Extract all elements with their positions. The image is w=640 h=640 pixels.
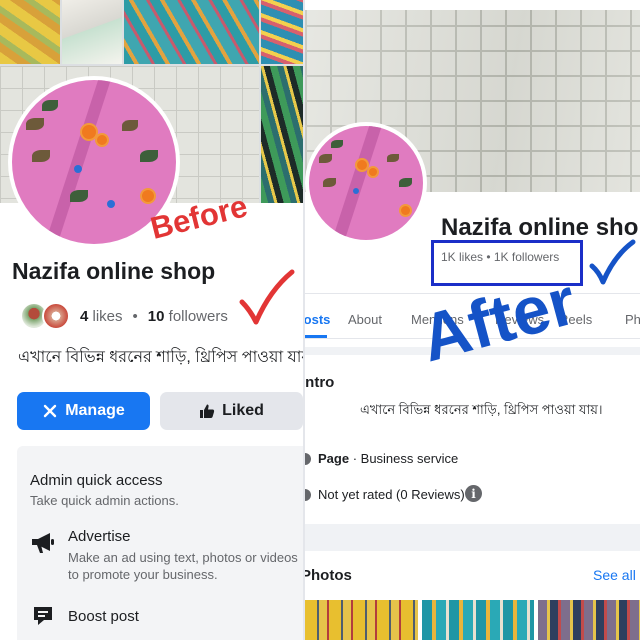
boost-post-icon[interactable] [30, 603, 56, 629]
tab-photos[interactable]: Photos [625, 312, 640, 327]
advertise-description-line: Make an ad using text, photos or videos [68, 550, 298, 565]
tab-posts[interactable]: Posts [305, 312, 330, 327]
intro-heading: Intro [305, 374, 335, 391]
rating-status: Not yet rated (0 Reviews) [318, 487, 465, 502]
info-icon[interactable]: i [465, 485, 482, 502]
active-tab-indicator [305, 335, 327, 338]
checkmark-icon [589, 239, 636, 285]
follower-avatar[interactable] [42, 302, 70, 330]
cover-collage-tile [124, 0, 259, 64]
likes-label[interactable]: likes [93, 308, 123, 325]
page-category: Page · Business service [318, 451, 458, 466]
liked-label: Liked [222, 402, 264, 419]
advertise-description-line: to promote your business. [68, 567, 218, 582]
boost-post-title[interactable]: Boost post [68, 608, 139, 625]
page-stats: 4 likes • 10 followers [20, 298, 228, 334]
cover-collage-tile [0, 0, 60, 64]
photo-thumbnail[interactable] [538, 600, 640, 640]
advertise-title[interactable]: Advertise [68, 528, 131, 545]
see-all-link[interactable]: See all [593, 567, 636, 583]
intro-description: এখানে বিভিন্ন ধরনের শাড়ি, থ্রিপিস পাওয়… [360, 402, 603, 417]
photos-heading: Photos [305, 567, 352, 584]
cover-collage-tile [261, 66, 303, 203]
likes-count: 4 [80, 307, 89, 325]
category-label[interactable]: · Business service [353, 451, 458, 466]
photo-thumbnail[interactable] [305, 600, 418, 640]
advertise-description: Make an ad using text, photos or videos … [68, 549, 298, 583]
manage-label: Manage [65, 402, 125, 419]
cover-collage-tile [261, 0, 303, 64]
admin-card-title: Admin quick access [30, 472, 163, 489]
page-label: Page [318, 451, 350, 466]
page-title: Nazifa online shop [12, 258, 216, 284]
admin-quick-access-card: Admin quick access Take quick admin acti… [17, 446, 303, 640]
section-divider [305, 524, 640, 551]
followers-label[interactable]: followers [169, 308, 228, 325]
checkmark-icon [239, 269, 295, 325]
thumbs-up-icon [200, 404, 215, 418]
before-screenshot: Before Nazifa online shop 4 likes • 10 f… [0, 0, 303, 640]
after-screenshot: Nazifa online shop 1K likes • 1K followe… [305, 0, 640, 640]
cover-top-strip [305, 0, 640, 10]
profile-picture[interactable] [305, 122, 427, 244]
gear-icon [44, 404, 57, 418]
followers-count: 10 [147, 307, 165, 325]
photo-thumbnail[interactable] [422, 600, 534, 640]
manage-button[interactable]: Manage [17, 392, 150, 430]
page-description: এখানে বিভিন্ন ধরনের শাড়ি, থ্রিপিস পাওয়… [18, 349, 303, 366]
page-stats[interactable]: 1K likes • 1K followers [441, 250, 559, 264]
admin-card-subtitle: Take quick admin actions. [30, 493, 179, 508]
rating-icon [305, 489, 311, 501]
tab-about[interactable]: About [348, 312, 382, 327]
cover-collage-tile [62, 0, 122, 64]
megaphone-icon[interactable] [30, 530, 56, 556]
page-category-icon [305, 453, 311, 465]
liked-button[interactable]: Liked [160, 392, 303, 430]
